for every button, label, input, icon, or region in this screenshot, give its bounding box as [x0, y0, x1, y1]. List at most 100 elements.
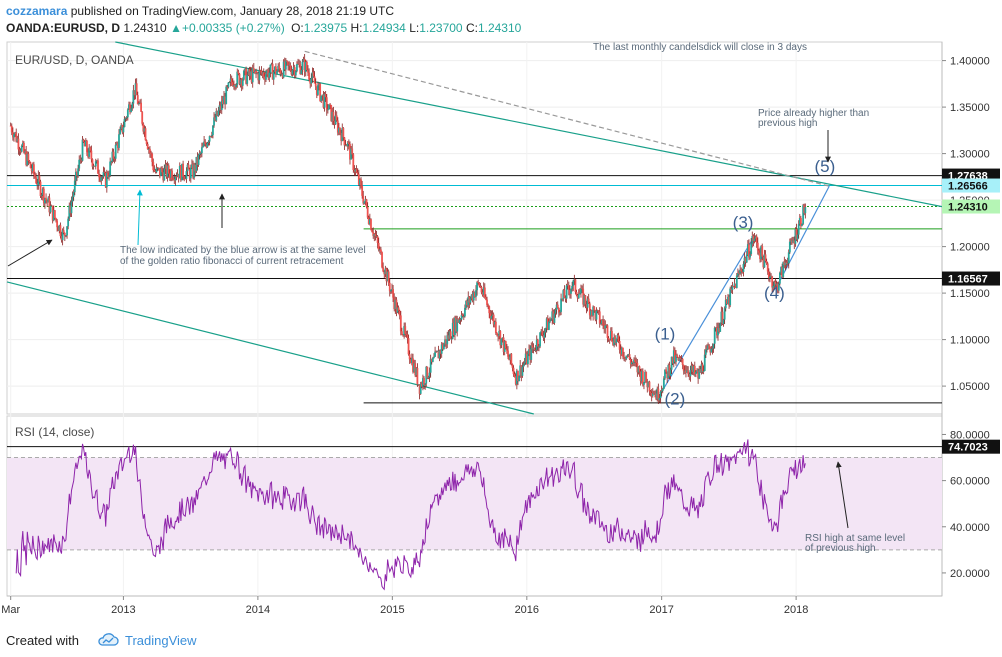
candle-body	[750, 243, 753, 255]
candle-body	[593, 306, 596, 311]
candle-body	[719, 323, 722, 332]
candle-body	[427, 376, 430, 379]
candle-body	[217, 110, 220, 116]
candle-body	[711, 348, 714, 350]
arrow-cyan	[136, 189, 143, 246]
candle-body	[208, 136, 211, 142]
candle-body	[110, 161, 113, 163]
candle-body	[462, 316, 465, 318]
candle-body	[788, 241, 791, 253]
candle-body	[797, 224, 800, 235]
candle-body	[749, 254, 751, 258]
candle-body	[296, 64, 298, 72]
candle-body	[204, 141, 207, 145]
candle-body	[307, 70, 309, 73]
horizontal-levels	[7, 175, 942, 448]
candle-body	[764, 254, 767, 262]
candle-body	[124, 118, 127, 120]
candle-body	[494, 321, 497, 334]
candle-body	[496, 333, 498, 335]
candle-body	[704, 349, 707, 355]
note-price-higher: previous high	[758, 118, 817, 129]
created-with-label: Created with	[6, 632, 79, 648]
candle-body	[755, 236, 758, 243]
candle-body	[480, 287, 483, 293]
candle-body	[428, 372, 431, 377]
candle-body	[544, 328, 547, 333]
candle-body	[374, 234, 377, 237]
candle-body	[426, 366, 429, 379]
candle-body	[722, 319, 725, 325]
y-tick-label: 1.10000	[950, 335, 990, 347]
candle-body	[108, 175, 110, 178]
candle-body	[356, 172, 359, 175]
candle-body	[185, 171, 188, 180]
candle-body	[567, 284, 570, 291]
candle-body	[146, 144, 149, 150]
candle-body	[27, 153, 30, 161]
candle-body	[584, 295, 587, 305]
candle-body	[660, 390, 663, 392]
price-pane[interactable]	[6, 41, 943, 415]
candle-body	[269, 64, 272, 73]
candle-body	[608, 339, 611, 341]
candle-body	[398, 310, 401, 316]
candle-body	[488, 306, 491, 314]
candle-body	[206, 142, 209, 148]
candle-body	[554, 309, 557, 314]
time-axis[interactable]: Mar 2013 2014 2015 2016 2017 2018	[1, 596, 808, 616]
candle-body	[756, 242, 759, 251]
candle-body	[758, 250, 760, 253]
candle-body	[662, 378, 665, 389]
footer: Created with TradingView	[6, 630, 197, 650]
candle-body	[645, 372, 648, 382]
y-tick-label: 1.05000	[950, 381, 990, 393]
candle-body	[490, 315, 493, 319]
wave-labels: (1) (2) (3) (4) (5)	[655, 157, 836, 409]
candle-body	[291, 70, 294, 75]
chart-canvas[interactable]: 1.400001.350001.300001.250001.200001.150…	[0, 0, 1002, 628]
candle-body	[125, 117, 128, 119]
candle-body	[735, 275, 738, 288]
candle-body	[310, 77, 313, 84]
candle-body	[35, 177, 38, 184]
candle-body	[405, 333, 408, 335]
candle-body	[695, 372, 697, 374]
candle-body	[617, 335, 620, 341]
candle-body	[130, 108, 133, 112]
candle-body	[485, 297, 487, 300]
candle-body	[161, 168, 163, 173]
candle-body	[598, 311, 601, 324]
candle-body	[38, 175, 41, 182]
candle-body	[289, 65, 292, 71]
candle-body	[556, 304, 559, 308]
candle-body	[703, 354, 706, 371]
candle-body	[151, 153, 154, 162]
candle-body	[553, 313, 556, 323]
candle-body	[469, 298, 472, 303]
candle-body	[574, 279, 577, 293]
candle-body	[450, 338, 453, 340]
candle-body	[136, 95, 139, 105]
candle-body	[312, 72, 315, 77]
candle-body	[163, 168, 166, 181]
candle-body	[94, 161, 97, 167]
candle-body	[512, 367, 515, 375]
candle-body	[536, 339, 539, 347]
candle-body	[20, 145, 23, 152]
candle-body	[235, 84, 238, 88]
candle-body	[308, 72, 310, 80]
candle-body	[119, 128, 121, 135]
candle-body	[167, 165, 170, 174]
tradingview-logo[interactable]: TradingView	[85, 633, 197, 648]
candle-body	[538, 346, 540, 348]
candle-body	[740, 269, 743, 272]
price-axis[interactable]: 1.400001.350001.300001.250001.200001.150…	[942, 56, 990, 394]
candle-body	[541, 330, 544, 336]
candle-body	[135, 83, 138, 96]
candle-body	[326, 109, 329, 111]
candle-body	[366, 206, 369, 218]
candle-body	[628, 354, 631, 360]
trendline	[661, 236, 755, 392]
candle-body	[518, 376, 520, 382]
